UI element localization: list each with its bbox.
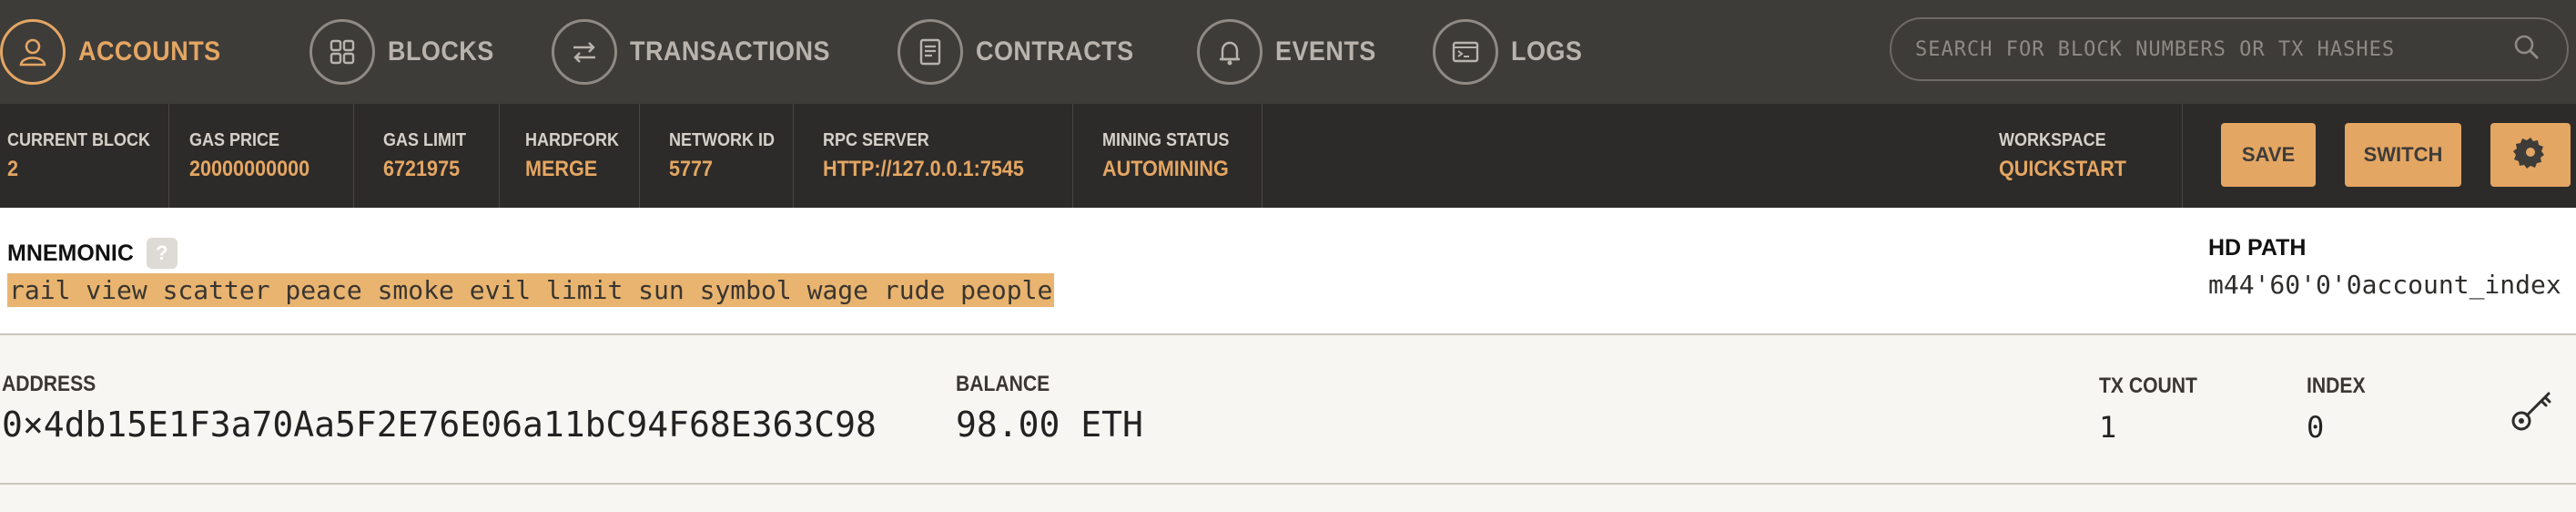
workspace-label: WORKSPACE (1999, 130, 2106, 150)
workspace-value: QUICKSTART (1999, 157, 2126, 181)
index-value: 0 (2307, 410, 2325, 445)
bell-icon (1196, 19, 1263, 85)
current-block-value: 2 (7, 157, 19, 181)
swap-arrows-icon (551, 19, 617, 85)
help-icon[interactable]: ? (146, 238, 177, 269)
stat-network-id: NETWORK ID 5777 (640, 104, 794, 208)
nav-item-transactions[interactable]: TRANSACTIONS (551, 0, 852, 104)
grid-icon (309, 19, 375, 85)
mnemonic-label: MNEMONIC (7, 240, 134, 266)
nav-item-accounts[interactable]: ACCOUNTS (0, 0, 237, 104)
terminal-icon (1432, 19, 1498, 85)
status-bar: CURRENT BLOCK 2 GAS PRICE 20000000000 GA… (0, 104, 2576, 208)
mining-status-value: AUTOMINING (1102, 157, 1229, 181)
nav-item-logs[interactable]: LOGS (1432, 0, 1590, 104)
save-button[interactable]: SAVE (2221, 123, 2316, 187)
stat-hardfork: HARDFORK MERGE (500, 104, 640, 208)
person-icon (0, 19, 66, 85)
hardfork-value: MERGE (525, 157, 598, 181)
address-column: ADDRESS 0×4db15E1F3a70Aa5F2E76E06a11bC94… (2, 372, 877, 445)
switch-button[interactable]: SWITCH (2345, 123, 2461, 187)
tx-count-label: TX COUNT (2099, 374, 2197, 398)
mnemonic-section: MNEMONIC ? rail view scatter peace smoke… (0, 208, 2576, 335)
stat-rpc-server: RPC SERVER HTTP://127.0.0.1:7545 (794, 104, 1073, 208)
balance-value: 98.00 ETH (956, 404, 1143, 445)
nav-item-events[interactable]: EVENTS (1196, 0, 1387, 104)
mnemonic-phrase: rail view scatter peace smoke evil limit… (7, 273, 1055, 307)
rpc-server-value: HTTP://127.0.0.1:7545 (823, 157, 1024, 181)
current-block-label: CURRENT BLOCK (7, 130, 150, 150)
nav-item-blocks[interactable]: BLOCKS (309, 0, 506, 104)
tx-count-value: 1 (2099, 410, 2117, 445)
hd-path-value: m44'60'0'0account_index (2208, 270, 2561, 300)
stat-current-block: CURRENT BLOCK 2 (0, 104, 169, 208)
gas-limit-label: GAS LIMIT (383, 130, 466, 150)
account-row[interactable]: ADDRESS 0×4db15E1F3a70Aa5F2E76E06a11bC94… (0, 335, 2576, 485)
network-id-value: 5777 (669, 157, 714, 181)
rpc-server-label: RPC SERVER (823, 130, 929, 150)
hd-path-label: HD PATH (2208, 235, 2307, 261)
gas-price-value: 20000000000 (189, 157, 310, 181)
balance-column: BALANCE 98.00 ETH (956, 372, 1143, 445)
search-input[interactable] (1915, 37, 2510, 61)
address-label: ADDRESS (2, 372, 96, 396)
balance-label: BALANCE (956, 372, 1050, 396)
index-column: INDEX 0 (2307, 374, 2373, 445)
search-box (1890, 17, 2569, 81)
network-id-label: NETWORK ID (669, 130, 776, 150)
stat-gas-price: GAS PRICE 20000000000 (169, 104, 354, 208)
nav-label-contracts: CONTRACTS (976, 36, 1134, 67)
mining-status-label: MINING STATUS (1102, 130, 1230, 150)
tx-count-column: TX COUNT 1 (2099, 374, 2211, 445)
nav-label-events: EVENTS (1274, 36, 1376, 67)
nav-label-accounts: ACCOUNTS (78, 36, 221, 67)
address-value: 0×4db15E1F3a70Aa5F2E76E06a11bC94F68E363C… (2, 404, 877, 445)
stat-gas-limit: GAS LIMIT 6721975 (354, 104, 500, 208)
index-label: INDEX (2307, 374, 2366, 398)
nav-label-blocks: BLOCKS (388, 36, 494, 67)
nav-label-transactions: TRANSACTIONS (629, 36, 830, 67)
gas-limit-value: 6721975 (383, 157, 461, 181)
nav-item-contracts[interactable]: CONTRACTS (898, 0, 1151, 104)
mnemonic-label-row: MNEMONIC ? (7, 238, 177, 269)
gas-price-label: GAS PRICE (189, 130, 280, 150)
top-navigation: ACCOUNTS BLOCKS TRANSACTIONS CONTRACTS E… (0, 0, 2576, 104)
key-icon[interactable] (2509, 384, 2558, 434)
stat-mining-status: MINING STATUS AUTOMINING (1073, 104, 1263, 208)
nav-label-logs: LOGS (1510, 36, 1583, 67)
gear-icon (2512, 134, 2549, 176)
settings-button[interactable] (2490, 123, 2571, 187)
stat-workspace: WORKSPACE QUICKSTART (1992, 104, 2183, 208)
document-icon (898, 19, 964, 85)
hardfork-label: HARDFORK (525, 130, 619, 150)
search-icon[interactable] (2510, 31, 2543, 68)
